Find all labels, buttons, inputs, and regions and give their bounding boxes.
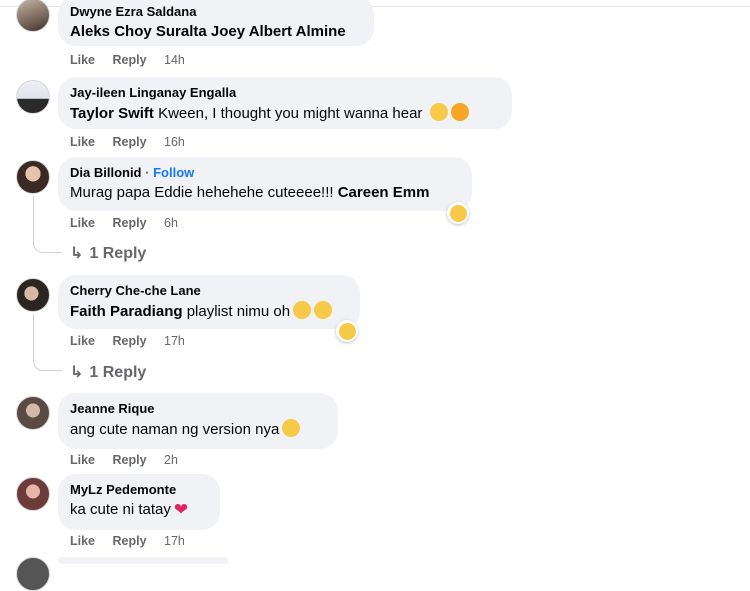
comment-text: ka cute ni tatay ❤ (70, 500, 189, 519)
reaction-badge[interactable] (447, 202, 469, 224)
avatar[interactable] (16, 160, 50, 194)
comment-author[interactable]: Jeanne Rique (70, 401, 326, 417)
reply-button[interactable]: Reply (113, 453, 147, 467)
grinning-face-icon (429, 103, 448, 121)
comment-bubble: Jay-ileen Linganay Engalla Taylor Swift … (58, 77, 512, 129)
reply-button[interactable]: Reply (113, 334, 147, 348)
comment-bubble: Dia Billonid · Follow Murag papa Eddie h… (58, 157, 472, 211)
reply-button[interactable]: Reply (113, 216, 147, 230)
face-with-hand-over-mouth-icon (282, 419, 301, 437)
comment-timestamp[interactable]: 2h (164, 453, 178, 467)
rolling-on-floor-laughing-icon (293, 301, 312, 319)
comment-actions: Like Reply 14h (70, 53, 185, 67)
like-button[interactable]: Like (70, 216, 95, 230)
reaction-badge[interactable] (336, 320, 358, 342)
thread-line (33, 314, 62, 371)
grinning-sweat-icon (314, 301, 333, 319)
comment-text: Aleks Choy Suralta Joey Albert Almine (70, 22, 362, 42)
comment-text: Faith Paradiang playlist nimu oh (70, 301, 348, 322)
comment-author[interactable]: Cherry Che-che Lane (70, 283, 348, 299)
mention-link[interactable]: Taylor Swift (70, 105, 154, 122)
comment-bubble: Jeanne Rique ang cute naman ng version n… (58, 393, 338, 449)
mention-link[interactable]: Joey Albert Almine (211, 23, 346, 40)
comment-actions: Like Reply 2h (70, 453, 178, 467)
avatar[interactable] (16, 557, 50, 591)
comment-text: Murag papa Eddie hehehehe cuteeee!!! Car… (70, 184, 430, 201)
view-replies-link[interactable]: ↳ 1 Reply (70, 362, 146, 382)
comment-bubble: Cherry Che-che Lane Faith Paradiang play… (58, 275, 360, 329)
comment-timestamp[interactable]: 17h (164, 334, 185, 348)
like-button[interactable]: Like (70, 135, 95, 149)
avatar[interactable] (16, 477, 50, 511)
mention-link[interactable]: Faith Paradiang (70, 303, 183, 320)
avatar[interactable] (16, 80, 50, 114)
reply-arrow-icon: ↳ (70, 245, 84, 262)
comment-author[interactable]: Dia Billonid (70, 165, 142, 180)
comment-text: ang cute naman ng version nya (70, 419, 326, 440)
comment-text: Taylor Swift Kween, I thought you might … (70, 103, 500, 124)
comment-author[interactable]: MyLz Pedemonte (70, 482, 208, 498)
comment-timestamp[interactable]: 17h (164, 534, 185, 548)
thread-line (33, 196, 62, 253)
like-button[interactable]: Like (70, 53, 95, 67)
comment-actions: Like Reply 17h (70, 334, 185, 348)
avatar[interactable] (16, 396, 50, 430)
laughing-face-icon (338, 322, 356, 340)
like-button[interactable]: Like (70, 453, 95, 467)
red-heart-icon: ❤ (173, 500, 189, 519)
comment-actions: Like Reply 16h (70, 135, 185, 149)
reply-button[interactable]: Reply (113, 534, 147, 548)
comment-actions: Like Reply 17h (70, 534, 185, 548)
avatar[interactable] (16, 278, 50, 312)
zany-face-icon (449, 204, 467, 222)
comment-author[interactable]: Dwyne Ezra Saldana (70, 4, 362, 20)
comment-author-line: Dia Billonid · Follow (70, 165, 195, 180)
comment-bubble: MyLz Pedemonte ka cute ni tatay ❤ (58, 474, 220, 530)
like-button[interactable]: Like (70, 334, 95, 348)
comment-timestamp[interactable]: 16h (164, 135, 185, 149)
smiling-face-with-hearts-icon (450, 103, 469, 121)
reply-button[interactable]: Reply (113, 53, 147, 67)
comment-bubble: Dwyne Ezra Saldana Aleks Choy Suralta Jo… (58, 0, 374, 46)
reply-button[interactable]: Reply (113, 135, 147, 149)
view-replies-link[interactable]: ↳ 1 Reply (70, 243, 146, 263)
follow-button[interactable]: Follow (153, 165, 194, 180)
like-button[interactable]: Like (70, 534, 95, 548)
comment-author[interactable]: Jay-ileen Linganay Engalla (70, 85, 500, 101)
comment-timestamp[interactable]: 6h (164, 216, 178, 230)
comment-bubble (58, 557, 228, 564)
reply-arrow-icon: ↳ (70, 364, 84, 381)
mention-link[interactable]: Aleks Choy Suralta (70, 23, 207, 40)
avatar[interactable] (16, 0, 50, 32)
comment-timestamp[interactable]: 14h (164, 53, 185, 67)
comment-actions: Like Reply 6h (70, 216, 178, 230)
mention-link[interactable]: Careen Emm (338, 184, 430, 201)
